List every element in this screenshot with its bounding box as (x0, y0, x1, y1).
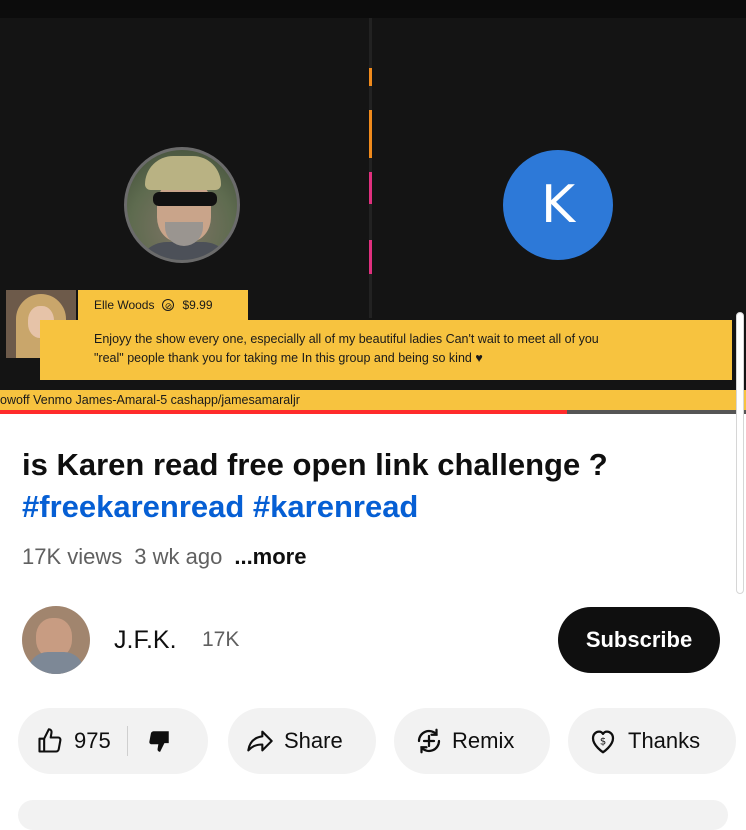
dislike-button[interactable] (146, 728, 172, 754)
remix-button[interactable]: Remix (394, 708, 550, 774)
share-button[interactable]: Share (228, 708, 376, 774)
video-title-text: is Karen read free open link challenge ? (22, 447, 608, 482)
scrolling-ticker: owoff Venmo James-Amaral-5 cashapp/james… (0, 390, 746, 410)
like-button[interactable]: 975 (36, 727, 111, 755)
super-chat-header: Elle Woods ⊘ $9.99 (78, 290, 248, 320)
channel-avatar[interactable] (22, 606, 90, 674)
heart-dollar-icon: $ (591, 730, 615, 754)
view-count: 17K views (22, 544, 123, 569)
share-icon (247, 730, 273, 752)
scrollbar-thumb[interactable] (736, 312, 744, 594)
super-chat-line-2: "real" people thank you for taking me In… (94, 351, 483, 365)
progress-fill (0, 410, 567, 414)
thumbs-up-icon (38, 728, 62, 753)
thanks-button[interactable]: $ Thanks (568, 708, 736, 774)
upload-age: 3 wk ago (134, 544, 223, 569)
svg-text:$: $ (600, 736, 606, 747)
video-metadata[interactable]: 17K views 3 wk ago ...more (22, 544, 306, 570)
more-button[interactable]: ...more (234, 544, 306, 570)
channel-name[interactable]: J.F.K. (114, 626, 177, 655)
super-chat-message: Enjoyy the show every one, especially al… (40, 320, 732, 380)
thumbs-down-icon (149, 731, 169, 752)
divider-orange-segment (369, 68, 372, 86)
subscriber-count: 17K (202, 628, 240, 651)
subscribe-button[interactable]: Subscribe (558, 607, 720, 673)
comments-preview-bar[interactable] (18, 800, 728, 830)
share-label: Share (284, 728, 343, 753)
super-chat-dollar-icon: ⊘ (162, 299, 175, 311)
video-title[interactable]: is Karen read free open link challenge ?… (22, 444, 722, 528)
participant-avatar-letter: K (503, 150, 613, 260)
ticker-text: owoff Venmo James-Amaral-5 cashapp/james… (0, 393, 300, 407)
video-hashtags[interactable]: #freekarenread #karenread (22, 486, 722, 528)
remix-label: Remix (452, 728, 515, 753)
remix-icon (417, 728, 441, 754)
like-dislike-group: 975 (18, 708, 208, 774)
thanks-label: Thanks (628, 728, 701, 753)
divider-orange-segment (369, 110, 372, 158)
like-count: 975 (74, 728, 111, 753)
divider-pink-segment (369, 240, 372, 274)
divider-pink-segment (369, 172, 372, 204)
video-player[interactable]: K Elle Woods ⊘ $9.99 Enjoyy the show eve… (0, 0, 746, 414)
super-chat-name: Elle Woods (94, 298, 155, 312)
like-separator (126, 726, 128, 756)
super-chat-line-1: Enjoyy the show every one, especially al… (94, 332, 599, 346)
avatar-letter: K (540, 175, 576, 235)
video-top-bar (0, 0, 746, 18)
super-chat-amount: $9.99 (182, 298, 213, 312)
participant-avatar-photo (124, 147, 240, 263)
